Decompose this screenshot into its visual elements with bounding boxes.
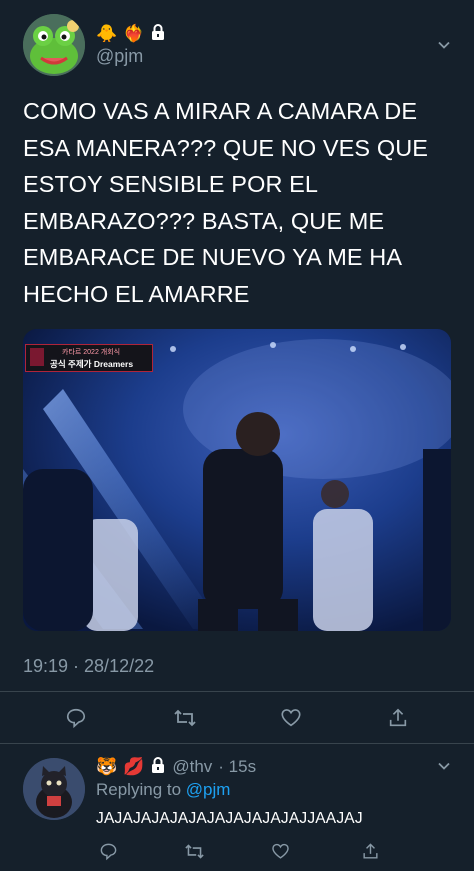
tweet-text-line: EMBARACE DE NUEVO YA ME HA [23,244,403,270]
reply-time: · 15s [218,757,257,776]
divider [0,743,474,744]
replying-handle-link[interactable]: @pjm [186,780,231,799]
author-badges: 🐥 ❤️‍🔥 [96,22,166,46]
like-icon[interactable] [266,837,294,865]
share-icon[interactable] [356,837,384,865]
author-avatar[interactable] [23,14,85,76]
tweet-text-line: HECHO EL AMARRE [23,280,250,307]
reply-icon[interactable] [62,704,90,732]
broadcast-line1: 카타르 2022 개회식 [62,349,121,356]
chevron-down-icon[interactable] [437,38,451,52]
chick-emoji: 🐥 [96,24,118,43]
tweet-text-line: EMBARAZO??? BASTA, QUE ME [23,207,385,234]
reply-text: JAJAJAJAJAJAJAJAJAJAJAJJAAJAJ [96,810,363,827]
broadcast-line2: 공식 주제가 Dreamers [50,359,134,369]
reply-header: 🐯 💋 @thv · 15s [96,756,256,778]
world-cup-logo-icon [30,348,44,366]
lock-icon [150,23,166,46]
share-icon[interactable] [384,704,412,732]
divider [0,691,474,692]
replying-label: Replying to [96,780,182,799]
tweet-text-line: COMO VAS A MIRAR A CAMARA DE [23,98,418,124]
retweet-icon[interactable] [180,837,208,865]
lock-icon [150,756,166,779]
reply-author-handle[interactable]: @thv [172,757,212,777]
reply-icon[interactable] [94,837,122,865]
like-icon[interactable] [277,704,305,732]
retweet-icon[interactable] [171,704,199,732]
tweet-text-line: ESTOY SENSIBLE POR EL [23,171,319,197]
tiger-emoji: 🐯 [96,757,118,776]
heart-fire-emoji: ❤️‍🔥 [123,24,145,43]
broadcast-overlay: 카타르 2022 개회식 공식 주제가 Dreamers [25,344,153,372]
chevron-down-icon[interactable] [437,759,451,773]
author-handle[interactable]: @pjm [96,46,143,67]
concert-stage-image [23,329,451,631]
replying-to: Replying to @pjm [96,780,230,800]
tweet-media-image[interactable]: 카타르 2022 개회식 공식 주제가 Dreamers [23,329,451,631]
reply-author-avatar[interactable] [23,758,85,820]
tweet-text-line: ESA MANERA??? QUE NO VES QUE [23,134,429,161]
tweet-text: COMO VAS A MIRAR A CAMARA DE ESA MANERA?… [23,93,455,312]
cat-avatar-image [23,758,85,820]
kiss-mark-emoji: 💋 [123,757,145,776]
frog-avatar-image [23,14,85,76]
tweet-timestamp[interactable]: 19:19 · 28/12/22 [23,656,154,677]
